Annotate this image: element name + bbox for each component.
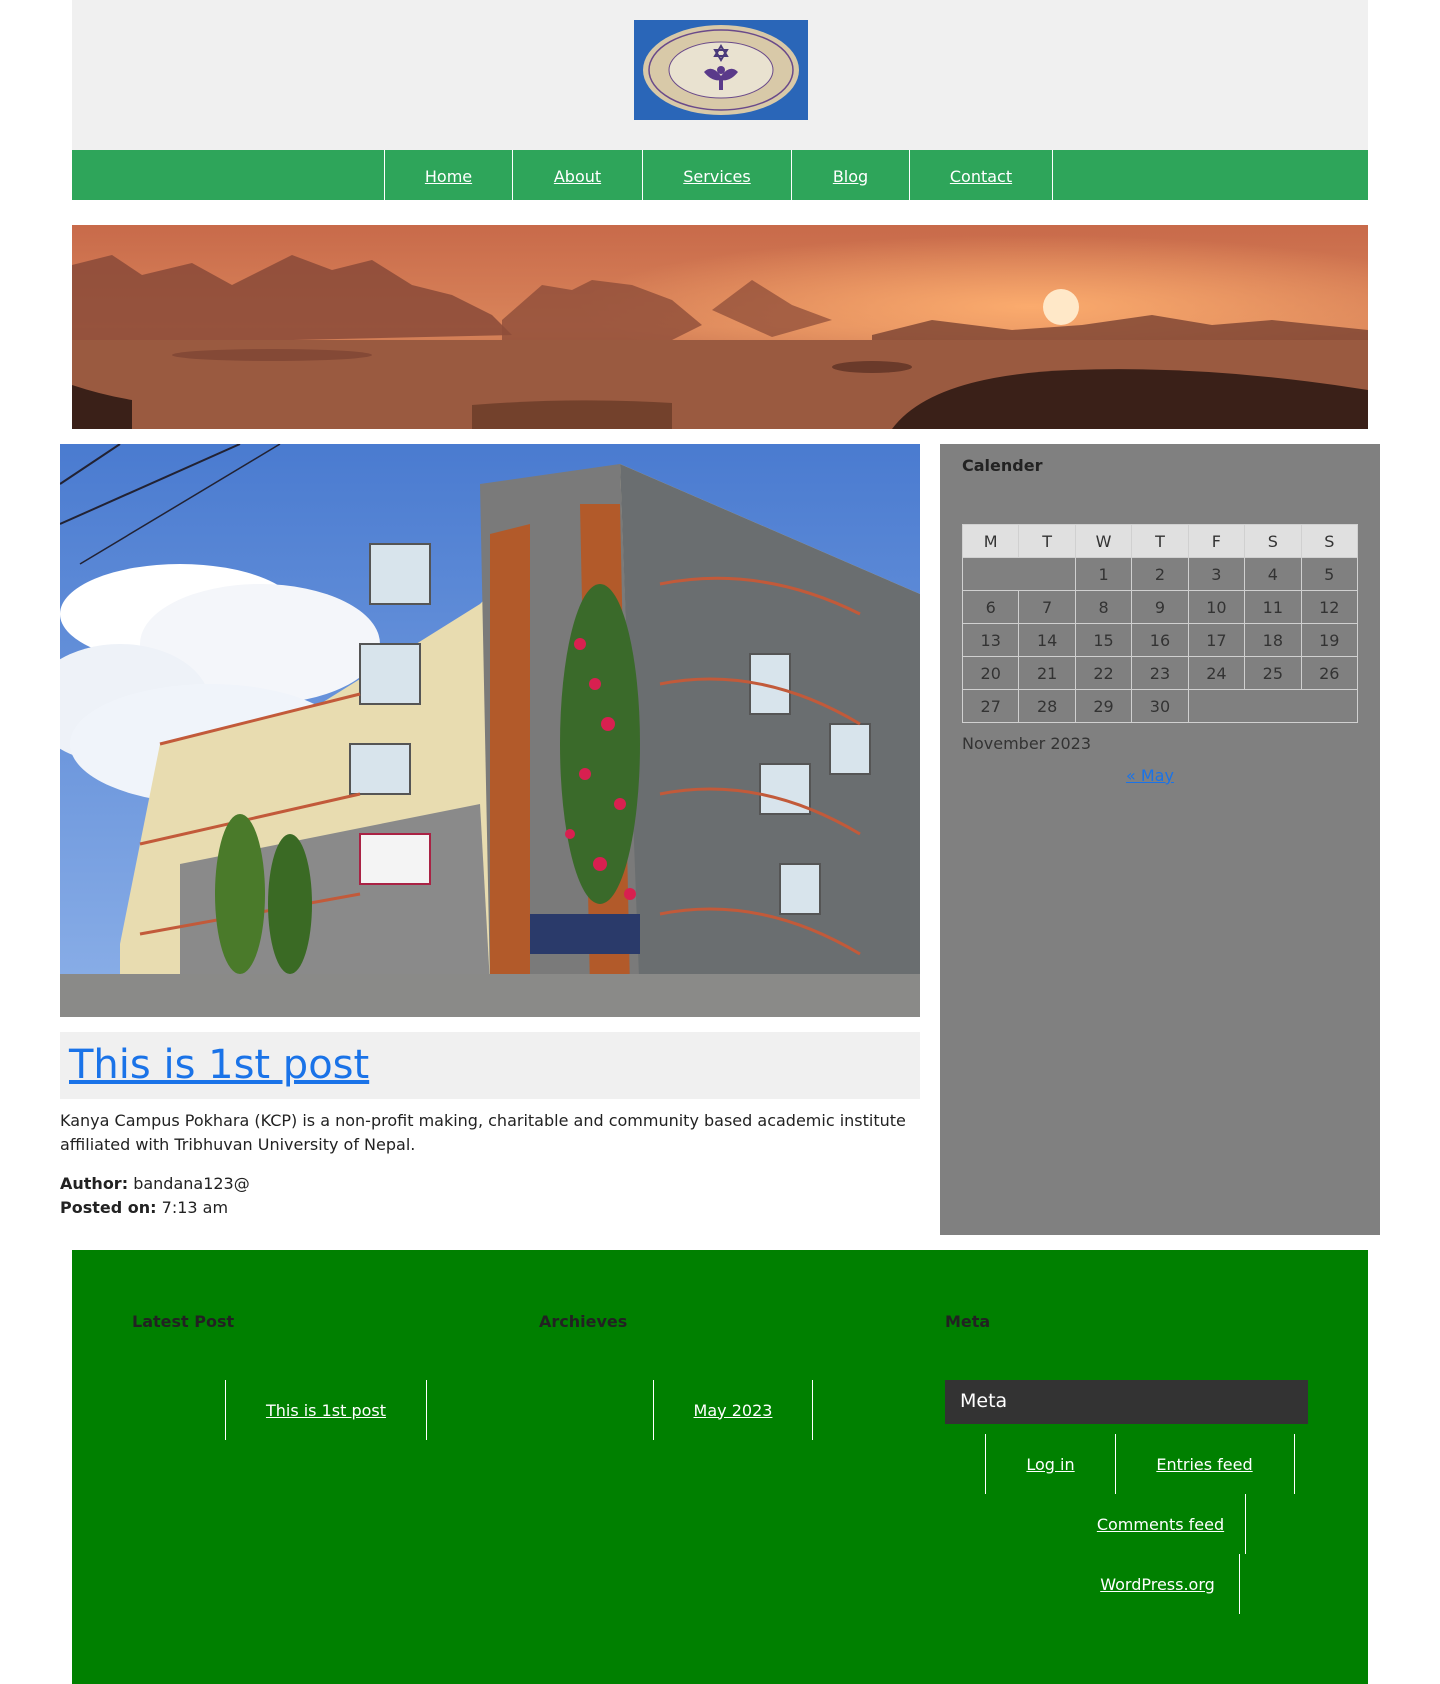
calendar-weekday-header: S [1300, 524, 1359, 558]
sidebar-calendar-title: Calender [962, 456, 1043, 475]
calendar-weekday-header: M [961, 524, 1020, 558]
nav-item-services[interactable]: Services [642, 150, 791, 210]
calendar-day-cell: 13 [961, 623, 1020, 657]
site-header [72, 0, 1368, 150]
footer-latest-heading: Latest Post [132, 1312, 235, 1331]
calendar-day-cell: 15 [1074, 623, 1133, 657]
calendar-day-cell: 29 [1074, 689, 1133, 723]
site-footer: Latest Post Archieves Meta This is 1st p… [72, 1250, 1368, 1684]
footer-meta-bar: Meta [945, 1380, 1308, 1424]
nav-link-about[interactable]: About [554, 167, 601, 186]
calendar-empty-cell [962, 557, 1076, 591]
calendar-weekday-header: W [1074, 524, 1133, 558]
main-nav: Home About Services Blog Contact [72, 150, 1368, 210]
calendar-table: MTWTFSS 1 2 3 4 5 6 7 8 9 10 11 12 13 14 15 16 17 18 19 20 2… [961, 524, 1359, 723]
calendar-day-cell: 25 [1244, 656, 1302, 690]
nav-item-about[interactable]: About [512, 150, 642, 210]
post-featured-image [60, 444, 920, 1017]
calendar-weekday-header: F [1187, 524, 1246, 558]
nav-link-services[interactable]: Services [683, 167, 750, 186]
calendar-week-row: 6 7 8 9 10 11 12 [961, 590, 1359, 624]
post-title-container: This is 1st post [60, 1032, 920, 1099]
post-meta: Author: bandana123@ Posted on: 7:13 am [60, 1172, 250, 1220]
footer-wordpress-link[interactable]: WordPress.org [1100, 1575, 1215, 1594]
footer-meta-item-comments[interactable]: Comments feed [1076, 1494, 1246, 1554]
calendar-day-cell: 14 [1018, 623, 1076, 657]
calendar-day-cell: 11 [1244, 590, 1302, 624]
footer-archive-item[interactable]: May 2023 [653, 1380, 813, 1440]
footer-meta-item-entries[interactable]: Entries feed [1115, 1434, 1295, 1494]
calendar-week-row: 27 28 29 30 [961, 689, 1359, 723]
calendar-weekday-header: S [1244, 524, 1302, 558]
calendar-day-cell: 12 [1300, 590, 1359, 624]
footer-meta-heading: Meta [945, 1312, 991, 1331]
calendar-week-row: 13 14 15 16 17 18 19 [961, 623, 1359, 657]
post-author-row: Author: bandana123@ [60, 1172, 250, 1196]
sidebar: Calender MTWTFSS 1 2 3 4 5 6 7 8 9 10 11 12 13 14 15 16… [940, 444, 1380, 1235]
post-author: bandana123@ [133, 1174, 250, 1193]
footer-entries-feed-link[interactable]: Entries feed [1156, 1455, 1252, 1474]
footer-latest-item[interactable]: This is 1st post [225, 1380, 427, 1440]
nav-item-home[interactable]: Home [384, 150, 512, 210]
calendar-day-cell: 7 [1018, 590, 1076, 624]
post-date-label: Posted on: [60, 1198, 157, 1217]
calendar-day-cell: 2 [1131, 557, 1189, 591]
calendar-weekday-header: T [1131, 524, 1189, 558]
footer-meta-item-login[interactable]: Log in [985, 1434, 1116, 1494]
calendar-day-cell: 30 [1131, 689, 1189, 723]
footer-latest-post-link[interactable]: This is 1st post [266, 1401, 386, 1420]
site-logo[interactable] [634, 20, 808, 120]
calendar-day-cell: 10 [1187, 590, 1246, 624]
post-title-link[interactable]: This is 1st post [69, 1042, 369, 1088]
calendar-week-row: 12345 [962, 557, 1359, 591]
post-author-label: Author: [60, 1174, 129, 1193]
calendar-day-cell: 22 [1074, 656, 1133, 690]
nav-link-home[interactable]: Home [425, 167, 472, 186]
nav-link-blog[interactable]: Blog [833, 167, 868, 186]
calendar-caption: November 2023 [962, 734, 1092, 753]
calendar-day-cell: 23 [1131, 656, 1189, 690]
nav-link-contact[interactable]: Contact [950, 167, 1012, 186]
footer-login-link[interactable]: Log in [1026, 1455, 1074, 1474]
calendar-day-cell: 16 [1131, 623, 1189, 657]
nav-item-contact[interactable]: Contact [909, 150, 1053, 210]
calendar-day-cell: 24 [1187, 656, 1246, 690]
calendar-prev-month-link[interactable]: « May [1126, 766, 1174, 785]
post-date-row: Posted on: 7:13 am [60, 1196, 250, 1220]
footer-archive-link[interactable]: May 2023 [694, 1401, 773, 1420]
calendar-day-cell: 17 [1187, 623, 1246, 657]
calendar-day-cell: 28 [1018, 689, 1076, 723]
footer-meta-item-wordpress[interactable]: WordPress.org [1076, 1554, 1240, 1614]
hero-banner-image [72, 225, 1368, 429]
calendar-day-cell: 4 [1244, 557, 1302, 591]
calendar-weekday-header: T [1018, 524, 1076, 558]
post-excerpt: Kanya Campus Pokhara (KCP) is a non-prof… [60, 1111, 906, 1154]
calendar-day-cell: 5 [1300, 557, 1359, 591]
logo-emblem-icon [634, 20, 808, 120]
calendar-day-cell: 18 [1244, 623, 1302, 657]
calendar-day-cell: 20 [961, 656, 1020, 690]
calendar-day-cell: 19 [1300, 623, 1359, 657]
calendar-day-cell: 6 [961, 590, 1020, 624]
calendar-week-row: 20 21 22 23 24 25 26 [961, 656, 1359, 690]
nav-item-blog[interactable]: Blog [791, 150, 909, 210]
calendar-day-cell: 3 [1187, 557, 1246, 591]
footer-comments-feed-link[interactable]: Comments feed [1097, 1515, 1224, 1534]
calendar-day-cell: 9 [1131, 590, 1189, 624]
calendar-day-cell: 27 [961, 689, 1020, 723]
post-date: 7:13 am [161, 1198, 229, 1217]
calendar-day-cell: 26 [1300, 656, 1359, 690]
calendar-empty-cell [1187, 689, 1359, 723]
footer-archives-heading: Archieves [539, 1312, 628, 1331]
calendar-day-cell: 21 [1018, 656, 1076, 690]
calendar-day-cell: 8 [1074, 590, 1133, 624]
calendar-day-cell: 1 [1074, 557, 1133, 591]
